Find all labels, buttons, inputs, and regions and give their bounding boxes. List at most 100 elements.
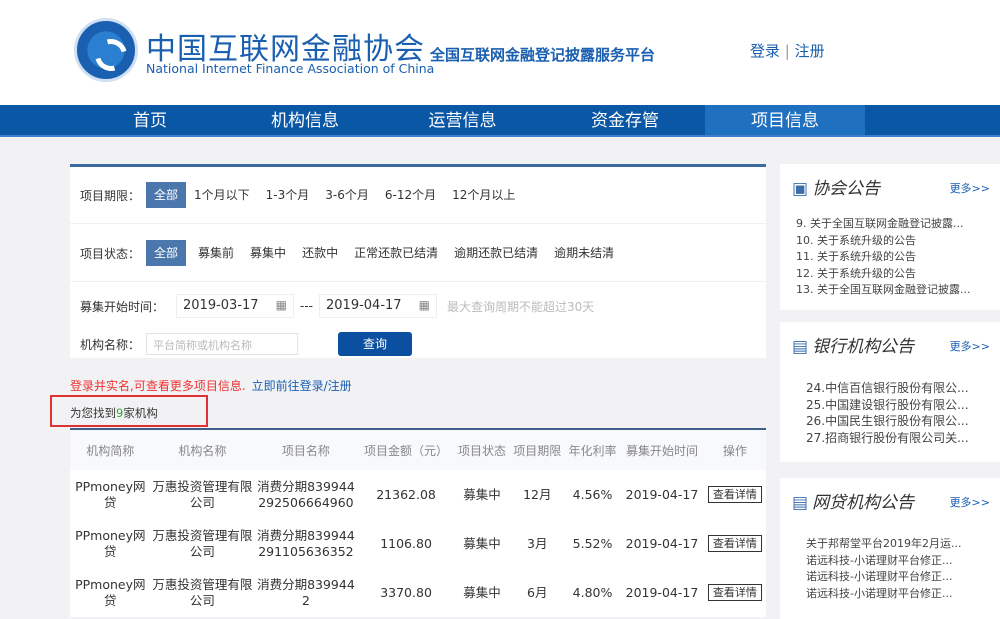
table-cell: 查看详情 xyxy=(704,519,766,568)
cell-text: 募集中 xyxy=(463,486,501,502)
period-over-12m[interactable]: 12个月以上 xyxy=(444,182,523,208)
status-raising[interactable]: 募集中 xyxy=(242,240,294,266)
cell-text: 消费分期839944291105636352 xyxy=(257,527,355,559)
cell-text: 万惠投资管理有限公司 xyxy=(152,478,253,510)
column-header: 机构名称 xyxy=(150,430,255,470)
column-header: 年化利率 xyxy=(564,430,621,470)
table-cell: 募集中 xyxy=(454,470,509,519)
notice-item[interactable]: 12. 关于系统升级的公告 xyxy=(796,266,970,283)
period-all[interactable]: 全部 xyxy=(146,182,187,208)
column-header: 机构简称 xyxy=(70,430,151,470)
notice-list: 9. 关于全国互联网金融登记披露... 10. 关于系统升级的公告 11. 关于系统… xyxy=(796,216,970,299)
status-overdue-settled[interactable]: 逾期还款已结清 xyxy=(446,240,546,266)
table-cell: 募集中 xyxy=(454,568,509,617)
notice-item[interactable]: 27.招商银行股份有限公司关... xyxy=(806,430,969,447)
status-pre-raise[interactable]: 募集前 xyxy=(190,240,242,266)
building-icon: ▤ xyxy=(792,493,809,513)
date-from-input[interactable]: 2019-03-17 ▦ xyxy=(176,294,295,318)
calendar-icon[interactable]: ▦ xyxy=(276,298,287,314)
table-cell: 4.56% xyxy=(565,470,620,519)
cell-text: 4.80% xyxy=(572,584,613,600)
view-details-button[interactable]: 查看详情 xyxy=(707,535,762,552)
notice-list: 关于邦帮堂平台2019年2月运... 诺远科技-小诺理财平台修正... 诺远科技-小… xyxy=(806,536,961,602)
nav-institutions[interactable]: 机构信息 xyxy=(230,105,380,135)
status-overdue-unsettled[interactable]: 逾期未结清 xyxy=(546,240,622,266)
divider xyxy=(70,281,766,282)
notice-item[interactable]: 9. 关于全国互联网金融登记披露... xyxy=(796,216,970,233)
more-link[interactable]: 更多>> xyxy=(950,338,990,354)
cell-text: 消费分期839944292506664960 xyxy=(257,478,355,510)
status-all[interactable]: 全部 xyxy=(146,240,187,266)
period-3-6m[interactable]: 3-6个月 xyxy=(317,182,377,208)
cell-text: 3370.80 xyxy=(380,584,432,600)
column-header: 项目名称 xyxy=(254,430,358,470)
date-filter: 募集开始时间： 2019-03-17 ▦ --- 2019-04-17 ▦ 最大查询… xyxy=(80,294,594,318)
login-register-link[interactable]: 立即前往登录/注册 xyxy=(252,379,352,393)
period-6-12m[interactable]: 6-12个月 xyxy=(377,182,444,208)
notice-item[interactable]: 13. 关于全国互联网金融登记披露... xyxy=(796,282,970,299)
cell-text: 万惠投资管理有限公司 xyxy=(152,527,253,559)
cell-text: 4.56% xyxy=(572,486,613,502)
table-cell: 消费分期8399442 xyxy=(254,568,358,617)
table-cell: 21362.08 xyxy=(358,470,455,519)
table-cell: 万惠投资管理有限公司 xyxy=(151,568,255,617)
register-link[interactable]: 注册 xyxy=(795,42,825,60)
divider xyxy=(70,223,766,224)
period-label: 项目期限： xyxy=(80,188,141,203)
notice-item[interactable]: 关于邦帮堂平台2019年2月运... xyxy=(806,536,961,553)
auth-separator: | xyxy=(784,42,790,60)
date-separator: --- xyxy=(300,299,314,313)
status-repaying[interactable]: 还款中 xyxy=(294,240,346,266)
table-cell: 消费分期839944292506664960 xyxy=(254,470,358,519)
query-button[interactable]: 查询 xyxy=(338,332,413,356)
notice-icon: ▣ xyxy=(792,179,809,199)
nav-projects[interactable]: 项目信息 xyxy=(705,105,865,135)
nifa-logo[interactable] xyxy=(74,18,138,82)
period-1-3m[interactable]: 1-3个月 xyxy=(258,182,318,208)
login-link[interactable]: 登录 xyxy=(750,42,780,60)
calendar-icon[interactable]: ▦ xyxy=(419,298,430,314)
table-cell: PPmoney网贷 xyxy=(70,470,151,519)
cell-text: 21362.08 xyxy=(376,486,436,502)
notice-item[interactable]: 25.中国建设银行股份有限公... xyxy=(806,397,969,414)
view-details-button[interactable]: 查看详情 xyxy=(707,584,762,601)
date-to-value: 2019-04-17 xyxy=(326,298,402,313)
date-from-value: 2019-03-17 xyxy=(183,298,259,313)
cell-text: PPmoney网贷 xyxy=(75,576,146,608)
bank-notices: ▤ 银行机构公告 更多>> 24.中信百信银行股份有限公... 25.中国建设银行股… xyxy=(780,322,1000,462)
status-settled[interactable]: 正常还款已结清 xyxy=(346,240,446,266)
notice-item[interactable]: 诺远科技-小诺理财平台修正... xyxy=(806,569,961,586)
institution-name-input[interactable]: 平台简称或机构名称 xyxy=(146,333,299,355)
notice-item[interactable]: 24.中信百信银行股份有限公... xyxy=(806,380,969,397)
nav-home[interactable]: 首页 xyxy=(70,105,230,135)
name-label: 机构名称： xyxy=(80,337,141,352)
cell-text: 万惠投资管理有限公司 xyxy=(152,576,253,608)
notice-item[interactable]: 26.中国民生银行股份有限公... xyxy=(806,413,969,430)
date-hint: 最大查询周期不能超过30天 xyxy=(447,299,595,314)
column-header: 募集开始时间 xyxy=(620,430,704,470)
project-table: 机构简称 机构名称 项目名称 项目金额（元） 项目状态 项目期限 年化利率 募集开始时间 操作 … xyxy=(70,428,766,617)
platform-title: 全国互联网金融登记披露服务平台 xyxy=(430,46,656,64)
result-count: 为您找到9家机构 xyxy=(50,395,208,427)
more-link[interactable]: 更多>> xyxy=(950,180,990,196)
table-cell: PPmoney网贷 xyxy=(70,519,151,568)
cell-text: 5.52% xyxy=(572,535,613,551)
notice-item[interactable]: 11. 关于系统升级的公告 xyxy=(796,249,970,266)
nav-custody[interactable]: 资金存管 xyxy=(545,105,705,135)
table-cell: 2019-04-17 xyxy=(620,470,704,519)
period-under-1m[interactable]: 1个月以下 xyxy=(186,182,258,208)
nav-operations[interactable]: 运营信息 xyxy=(380,105,545,135)
panel-title: ▤ 网贷机构公告 xyxy=(792,488,914,513)
notice-item[interactable]: 诺远科技-小诺理财平台修正... xyxy=(806,553,961,570)
notice-item[interactable]: 诺远科技-小诺理财平台修正... xyxy=(806,586,961,603)
notice-item[interactable]: 10. 关于系统升级的公告 xyxy=(796,233,970,250)
view-details-button[interactable]: 查看详情 xyxy=(707,486,762,503)
filter-panel: 项目期限： 全部 1个月以下 1-3个月 3-6个月 6-12个月 12个月以上… xyxy=(70,164,766,358)
auth-links: 登录 | 注册 xyxy=(750,40,825,61)
table-cell: 2019-04-17 xyxy=(620,519,704,568)
column-header: 项目期限 xyxy=(509,430,565,470)
table-cell: 5.52% xyxy=(565,519,620,568)
date-to-input[interactable]: 2019-04-17 ▦ xyxy=(319,294,438,318)
more-link[interactable]: 更多>> xyxy=(950,494,990,510)
